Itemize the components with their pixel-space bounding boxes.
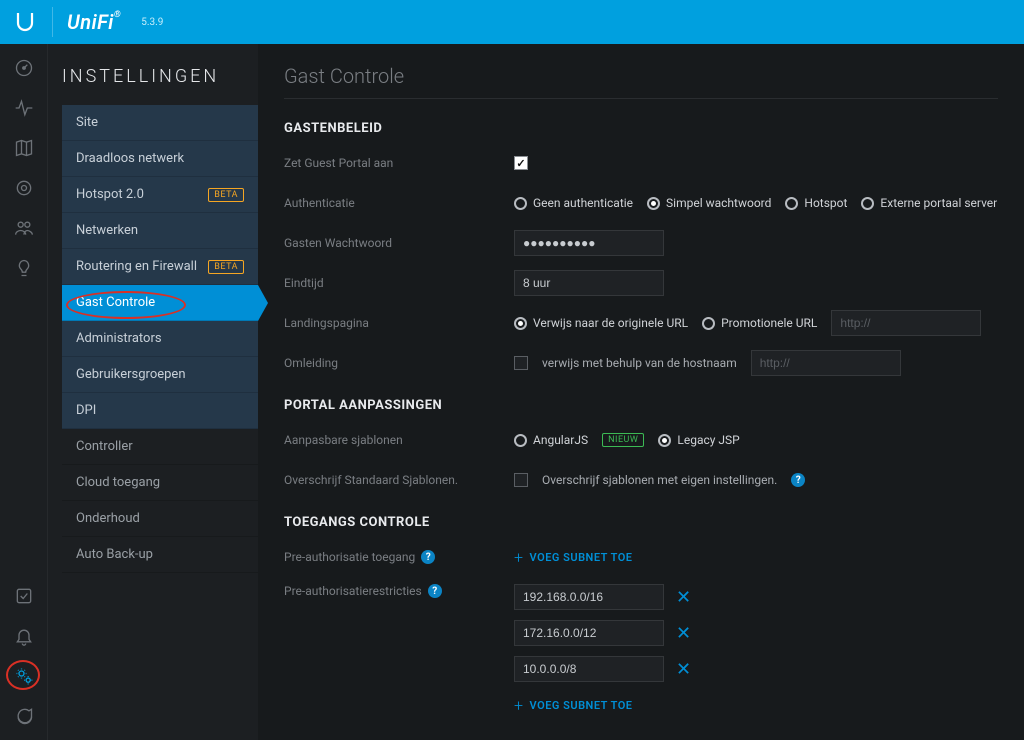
input-guest-password[interactable] <box>514 230 664 256</box>
insights-icon[interactable] <box>12 256 36 280</box>
input-subnet[interactable] <box>514 620 664 646</box>
clients-icon[interactable] <box>12 216 36 240</box>
input-promo-url[interactable] <box>831 310 981 336</box>
devices-icon[interactable] <box>12 176 36 200</box>
checkbox-redirect-hostname[interactable] <box>514 356 528 370</box>
help-icon[interactable]: ? <box>428 584 442 598</box>
label-password: Gasten Wachtwoord <box>284 236 514 250</box>
nav-site[interactable]: Site <box>62 105 258 141</box>
label-landing: Landingspagina <box>284 316 514 330</box>
section-gastenbeleid: GASTENBELEID <box>284 121 998 136</box>
settings-icon[interactable] <box>12 664 36 688</box>
label-auth: Authenticatie <box>284 196 514 210</box>
nav-cloud[interactable]: Cloud toegang <box>62 465 258 501</box>
section-access: TOEGANGS CONTROLE <box>284 515 998 530</box>
separator <box>284 98 998 99</box>
nieuw-badge: NIEUW <box>602 433 644 447</box>
chat-icon[interactable] <box>12 704 36 728</box>
dashboard-icon[interactable] <box>12 56 36 80</box>
page-title: Gast Controle <box>284 64 998 88</box>
nav-admins[interactable]: Administrators <box>62 321 258 357</box>
radio-auth-none[interactable]: Geen authenticatie <box>514 196 633 210</box>
label-preauth-access: Pre-authorisatie toegang ? <box>284 550 514 564</box>
label-templates: Aanpasbare sjablonen <box>284 433 514 447</box>
nav-networks[interactable]: Netwerken <box>62 213 258 249</box>
version-label: 5.3.9 <box>141 17 163 28</box>
help-icon[interactable]: ? <box>791 473 805 487</box>
radio-landing-promo[interactable]: Promotionele URL <box>702 316 817 330</box>
plus-icon: + <box>514 696 524 715</box>
input-endtime[interactable] <box>514 270 664 296</box>
activity-icon[interactable] <box>12 96 36 120</box>
alerts-icon[interactable] <box>12 624 36 648</box>
nav-hotspot[interactable]: Hotspot 2.0BETA <box>62 177 258 213</box>
label-enable-portal: Zet Guest Portal aan <box>284 156 514 170</box>
radio-auth-hotspot[interactable]: Hotspot <box>785 196 847 210</box>
add-subnet-button[interactable]: +VOEG SUBNET TOE <box>514 548 633 567</box>
help-icon[interactable]: ? <box>421 550 435 564</box>
radio-auth-simple[interactable]: Simpel wachtwoord <box>647 196 771 210</box>
map-icon[interactable] <box>12 136 36 160</box>
main-content: Gast Controle GASTENBELEID Zet Guest Por… <box>258 44 1024 740</box>
radio-template-legacy[interactable]: Legacy JSP <box>658 433 739 447</box>
divider <box>52 7 53 37</box>
plus-icon: + <box>514 548 524 567</box>
beta-badge: BETA <box>208 260 244 274</box>
label-preauth-restrict: Pre-authorisatierestricties ? <box>284 584 514 598</box>
label-endtime: Eindtijd <box>284 276 514 290</box>
sidebar-title: INSTELLINGEN <box>62 66 258 87</box>
delete-icon[interactable]: ✕ <box>676 587 691 608</box>
nav-dpi[interactable]: DPI <box>62 393 258 429</box>
nav-routing-firewall[interactable]: Routering en FirewallBETA <box>62 249 258 285</box>
radio-template-angular[interactable]: AngularJS <box>514 433 588 447</box>
nav-autobackup[interactable]: Auto Back-up <box>62 537 258 573</box>
input-subnet[interactable] <box>514 584 664 610</box>
icon-rail <box>0 44 48 740</box>
text-redirect-hostname: verwijs met behulp van de hostnaam <box>542 356 737 370</box>
add-subnet-button[interactable]: +VOEG SUBNET TOE <box>514 696 633 715</box>
delete-icon[interactable]: ✕ <box>676 659 691 680</box>
nav-controller[interactable]: Controller <box>62 429 258 465</box>
radio-landing-original[interactable]: Verwijs naar de originele URL <box>514 316 688 330</box>
input-subnet[interactable] <box>514 656 664 682</box>
section-portal: PORTAL AANPASSINGEN <box>284 398 998 413</box>
checkbox-override-templates[interactable] <box>514 473 528 487</box>
events-icon[interactable] <box>12 584 36 608</box>
label-redirect: Omleiding <box>284 356 514 370</box>
settings-sidebar: INSTELLINGEN Site Draadloos netwerk Hots… <box>48 44 258 740</box>
ubiquiti-logo-icon <box>12 9 38 35</box>
nav-wireless[interactable]: Draadloos netwerk <box>62 141 258 177</box>
nav-maintenance[interactable]: Onderhoud <box>62 501 258 537</box>
nav-user-groups[interactable]: Gebruikersgroepen <box>62 357 258 393</box>
radio-auth-external[interactable]: Externe portaal server <box>861 196 997 210</box>
beta-badge: BETA <box>208 188 244 202</box>
settings-nav: Site Draadloos netwerk Hotspot 2.0BETA N… <box>62 105 258 573</box>
delete-icon[interactable]: ✕ <box>676 623 691 644</box>
brand-name: UniFi® <box>67 10 121 34</box>
text-override: Overschrijf sjablonen met eigen instelli… <box>542 473 777 487</box>
checkbox-enable-portal[interactable] <box>514 156 528 170</box>
nav-guest-control[interactable]: Gast Controle <box>62 285 258 321</box>
label-override: Overschrijf Standaard Sjablonen. <box>284 473 514 487</box>
topbar: UniFi® 5.3.9 <box>0 0 1024 44</box>
input-redirect-url[interactable] <box>751 350 901 376</box>
